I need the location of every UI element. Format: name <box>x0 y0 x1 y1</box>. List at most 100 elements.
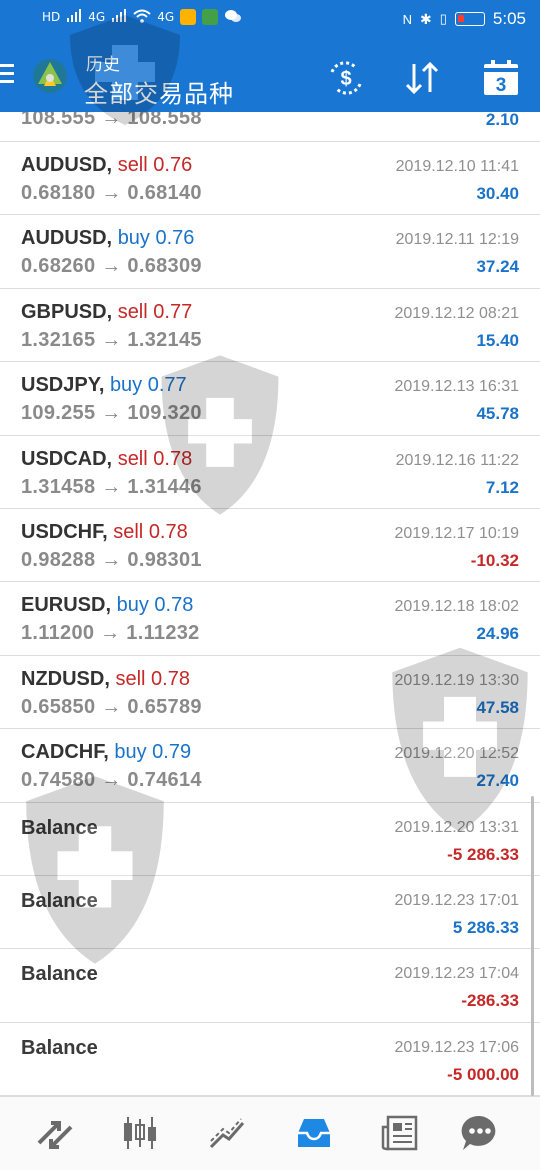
bluetooth-icon: ✱ <box>420 10 432 27</box>
svg-text:$: $ <box>340 68 351 90</box>
trade-datetime: 2019.12.18 18:02 <box>394 598 519 616</box>
trade-symbol: USDJPY, <box>21 374 105 397</box>
status-time: 5:05 <box>492 9 526 28</box>
trade-side: buy <box>116 594 149 617</box>
balance-label: Balance <box>21 816 98 839</box>
chat-icon[interactable] <box>460 1113 500 1153</box>
trade-row[interactable]: USDJPY, buy 0.77 109.255 → 109.320 2019.… <box>0 362 540 436</box>
trade-side: sell <box>117 447 148 470</box>
trade-prices: 0.98288 → 0.98301 <box>21 548 202 571</box>
calendar-day: 3 <box>496 75 507 96</box>
trade-profit: 27.40 <box>476 771 519 791</box>
balance-row[interactable]: Balance 2019.12.23 17:04 -286.33 <box>0 949 540 1023</box>
trade-prices: 0.74580 → 0.74614 <box>21 769 202 792</box>
trade-side: sell <box>117 300 148 323</box>
top-bar: HD 4G 4G N ✱ ▯ 5:05 历史 全部交易品种 $ 3 <box>0 0 540 112</box>
scrollbar[interactable] <box>531 796 534 1096</box>
trade-profit: 24.96 <box>476 624 519 644</box>
trade-profit: 15.40 <box>476 330 519 350</box>
balance-datetime: 2019.12.23 17:04 <box>394 965 519 983</box>
trade-volume: 0.78 <box>148 520 188 543</box>
balance-datetime: 2019.12.23 17:01 <box>394 891 519 909</box>
trade-volume: 0.77 <box>153 300 193 323</box>
balance-row[interactable]: Balance 2019.12.20 13:31 -5 286.33 <box>0 803 540 876</box>
menu-icon[interactable] <box>0 64 16 88</box>
trade-volume: 0.78 <box>154 594 194 617</box>
trade-row[interactable]: USDCAD, sell 0.78 1.31458 → 1.31446 2019… <box>0 436 540 509</box>
trade-datetime: 2019.12.11 12:19 <box>395 231 519 249</box>
trade-row[interactable]: USDCHF, sell 0.78 0.98288 → 0.98301 2019… <box>0 509 540 583</box>
trade-volume: 0.76 <box>155 227 195 250</box>
bottom-nav <box>0 1096 540 1170</box>
trade-profit: -10.32 <box>470 550 519 570</box>
trade-profit: 2.10 <box>485 112 519 129</box>
trade-datetime: 2019.12.20 12:52 <box>394 745 519 763</box>
network-type-label: 4G <box>88 10 106 24</box>
balance-label: Balance <box>21 963 98 986</box>
currency-exchange-icon[interactable]: $ <box>326 58 366 98</box>
trade-symbol: AUDUSD, <box>21 154 113 176</box>
trade-side: buy <box>114 741 147 764</box>
trade-row[interactable]: GBPUSD, sell 0.77 1.32165 → 1.32145 2019… <box>0 289 540 363</box>
trade-datetime: 2019.12.16 11:22 <box>395 451 519 469</box>
news-icon[interactable] <box>380 1113 420 1153</box>
quotes-icon[interactable] <box>35 1113 75 1153</box>
trade-prices: 108.555 → 108.558 <box>21 112 202 129</box>
status-bar: HD 4G 4G N ✱ ▯ 5:05 <box>0 0 540 40</box>
sort-icon[interactable] <box>402 58 442 98</box>
trade-volume: 0.77 <box>147 374 187 397</box>
balance-amount: -5 286.33 <box>447 844 519 864</box>
trade-row[interactable]: AUDUSD, buy 0.76 0.68260 → 0.68309 2019.… <box>0 215 540 289</box>
trade-prices: 0.65850 → 0.65789 <box>21 695 202 718</box>
app-logo <box>30 56 70 96</box>
chart-icon[interactable] <box>120 1113 160 1153</box>
trade-side: buy <box>117 227 150 250</box>
trade-side: buy <box>109 374 143 397</box>
trade-datetime: 2019.12.12 08:21 <box>394 304 519 322</box>
trade-symbol: GBPUSD, <box>21 300 113 323</box>
balance-row[interactable]: Balance 2019.12.23 17:06 -5 000.00 <box>0 1023 540 1096</box>
trade-profit: 7.12 <box>485 477 519 497</box>
trade-row[interactable]: EURUSD, buy 0.78 1.11200 → 1.11232 2019.… <box>0 582 540 656</box>
balance-row[interactable]: Balance 2019.12.23 17:01 5 286.33 <box>0 876 540 950</box>
signal-icon-2 <box>111 9 127 25</box>
trade-symbol: NZDUSD, <box>21 667 110 690</box>
balance-amount: 5 286.33 <box>452 917 519 937</box>
balance-label: Balance <box>21 1036 98 1059</box>
trade-profit: 37.24 <box>476 257 519 277</box>
history-icon[interactable] <box>294 1113 334 1153</box>
balance-datetime: 2019.12.20 13:31 <box>394 818 519 836</box>
vibrate-icon: ▯ <box>439 11 447 26</box>
nfc-icon: N <box>402 11 413 27</box>
battery-icon <box>454 12 485 26</box>
wechat-notification-icon <box>202 9 219 25</box>
balance-amount: -5 000.00 <box>447 1064 519 1084</box>
trade-side: sell <box>117 154 148 176</box>
trade-row[interactable]: NZDUSD, sell 0.78 0.65850 → 0.65789 2019… <box>0 656 540 730</box>
trade-symbol: CADCHF, <box>21 741 109 764</box>
trade-prices: 0.68260 → 0.68309 <box>21 255 202 278</box>
trade-profit: 30.40 <box>476 184 519 203</box>
trade-symbol: USDCAD, <box>21 447 113 470</box>
trade-prices: 1.32165 → 1.32145 <box>21 328 202 351</box>
history-list[interactable]: 108.555 → 108.558 2.10 AUDUSD, sell 0.76… <box>0 112 540 1096</box>
trade-prices: 1.11200 → 1.11232 <box>21 622 200 645</box>
calendar-icon[interactable]: 3 <box>481 58 521 98</box>
balance-datetime: 2019.12.23 17:06 <box>394 1038 519 1056</box>
trade-symbol: AUDUSD, <box>21 227 113 250</box>
header-title[interactable]: 全部交易品种 <box>84 74 234 109</box>
trade-volume: 0.79 <box>152 741 192 764</box>
balance-label: Balance <box>21 889 98 912</box>
wechat-icon <box>224 9 242 25</box>
trade-row[interactable]: AUDUSD, sell 0.76 0.68180 → 0.68140 2019… <box>0 142 540 216</box>
trade-profit: 47.58 <box>476 697 519 717</box>
header-subtitle: 历史 <box>86 55 120 75</box>
trade-row[interactable]: CADCHF, buy 0.79 0.74580 → 0.74614 2019.… <box>0 729 540 803</box>
trade-icon[interactable] <box>207 1113 247 1153</box>
trade-side: sell <box>115 667 146 690</box>
trade-datetime: 2019.12.13 16:31 <box>394 378 519 396</box>
table-row[interactable]: 108.555 → 108.558 2.10 <box>0 112 540 142</box>
notification-app-icon <box>180 9 197 25</box>
trade-prices: 109.255 → 109.320 <box>21 402 202 425</box>
trade-prices: 1.31458 → 1.31446 <box>21 475 202 498</box>
